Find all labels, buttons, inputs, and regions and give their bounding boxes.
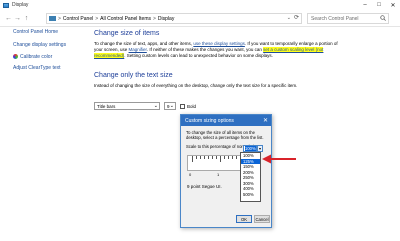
dropdown-option-500[interactable]: 500%	[241, 192, 260, 198]
chevron-down-icon[interactable]: ⌄	[287, 15, 291, 21]
close-icon[interactable]: ✕	[263, 117, 268, 124]
ruler-tick	[208, 156, 209, 159]
refresh-icon[interactable]: ⟳	[294, 14, 299, 21]
sidebar: Control Panel Home Change display settin…	[13, 30, 83, 77]
chevron-down-icon: ⌄	[153, 103, 158, 109]
cancel-button[interactable]: Cancel	[254, 215, 270, 223]
heading-change-size: Change size of items	[94, 30, 160, 37]
up-arrow-icon[interactable]: ↑	[22, 12, 31, 24]
red-arrow-annotation	[262, 154, 296, 164]
sidebar-item-display-settings[interactable]: Change display settings	[13, 43, 83, 48]
ok-button[interactable]: OK	[236, 215, 252, 223]
main-content: Change size of items To change the size …	[94, 30, 394, 110]
sidebar-item-home[interactable]: Control Panel Home	[13, 30, 83, 35]
ruler-tick	[224, 156, 225, 159]
preview-text: 9 point Segoe UI.	[187, 184, 222, 189]
heading-text-size: Change only the text size	[94, 72, 173, 80]
ruler-tick	[216, 156, 217, 159]
text-size-controls: Title bars ⌄ 9 ⌄ Bold	[94, 102, 196, 110]
address-bar-row: ← → ↑ > Control Panel > All Control Pane…	[0, 10, 400, 27]
size-select[interactable]: 9 ⌄	[164, 102, 176, 110]
breadcrumb-display[interactable]: Display	[158, 16, 174, 22]
ruler-tick	[220, 156, 221, 162]
dialog-description: To change the size of all items on the d…	[186, 130, 264, 140]
text-size-description: Instead of changing the size of everythi…	[94, 83, 298, 89]
sidebar-item-calibrate[interactable]: Calibrate color	[13, 54, 83, 60]
window-title: Display	[12, 2, 29, 8]
ruler-tick	[228, 156, 229, 159]
sidebar-item-label: Adjust ClearType text	[13, 65, 61, 71]
ruler-tick	[200, 156, 201, 159]
breadcrumb-control-panel[interactable]: Control Panel	[63, 16, 93, 22]
dialog-title: Custom sizing options	[185, 117, 234, 124]
sidebar-item-cleartype[interactable]: Adjust ClearType text	[13, 66, 83, 71]
magnifier-link[interactable]: Magnifier	[129, 47, 147, 52]
display-settings-link[interactable]: use these display settings	[193, 41, 245, 46]
chevron-down-icon: ⌄	[169, 103, 174, 109]
chevron-down-icon[interactable]: ▾	[257, 145, 263, 152]
control-panel-icon	[49, 16, 56, 21]
ruler-tick	[232, 156, 233, 159]
bold-checkbox[interactable]	[180, 103, 185, 109]
search-input[interactable]: Search Control Panel	[307, 13, 389, 24]
description-paragraph: To change the size of text, apps, and ot…	[94, 41, 338, 58]
ruler-label: 0	[189, 172, 192, 177]
address-box[interactable]: > Control Panel > All Control Panel Item…	[46, 13, 302, 24]
minimize-button[interactable]: –	[358, 0, 372, 10]
display-app-icon	[3, 2, 9, 8]
ruler-tick	[196, 156, 197, 159]
ruler-tick	[192, 156, 193, 162]
ruler-tick	[212, 156, 213, 159]
search-placeholder: Search Control Panel	[311, 15, 359, 22]
title-bar: Display – □ ✕	[0, 0, 400, 10]
ruler-tick	[236, 156, 237, 159]
window-controls: – □ ✕	[358, 0, 400, 10]
bold-label: Bold	[187, 103, 197, 109]
scale-percentage-input[interactable]: 100%	[243, 145, 257, 152]
sidebar-item-label: Calibrate color	[20, 54, 53, 60]
search-icon	[380, 15, 386, 21]
scale-dropdown-list: 100% 125% 150% 200% 250% 300% 400% 500%	[240, 152, 261, 202]
breadcrumb-all-items[interactable]: All Control Panel Items	[100, 16, 151, 22]
color-icon	[13, 54, 18, 59]
ruler-label: 1	[217, 172, 220, 177]
back-arrow-icon[interactable]: ←	[4, 12, 13, 24]
item-select[interactable]: Title bars ⌄	[94, 102, 160, 110]
maximize-button[interactable]: □	[372, 0, 386, 10]
ruler-tick	[204, 156, 205, 159]
close-button[interactable]: ✕	[386, 0, 400, 10]
forward-arrow-icon[interactable]: →	[13, 12, 22, 24]
dialog-title-bar: Custom sizing options ✕	[181, 115, 271, 126]
sidebar-item-label: Change display settings	[13, 42, 67, 48]
